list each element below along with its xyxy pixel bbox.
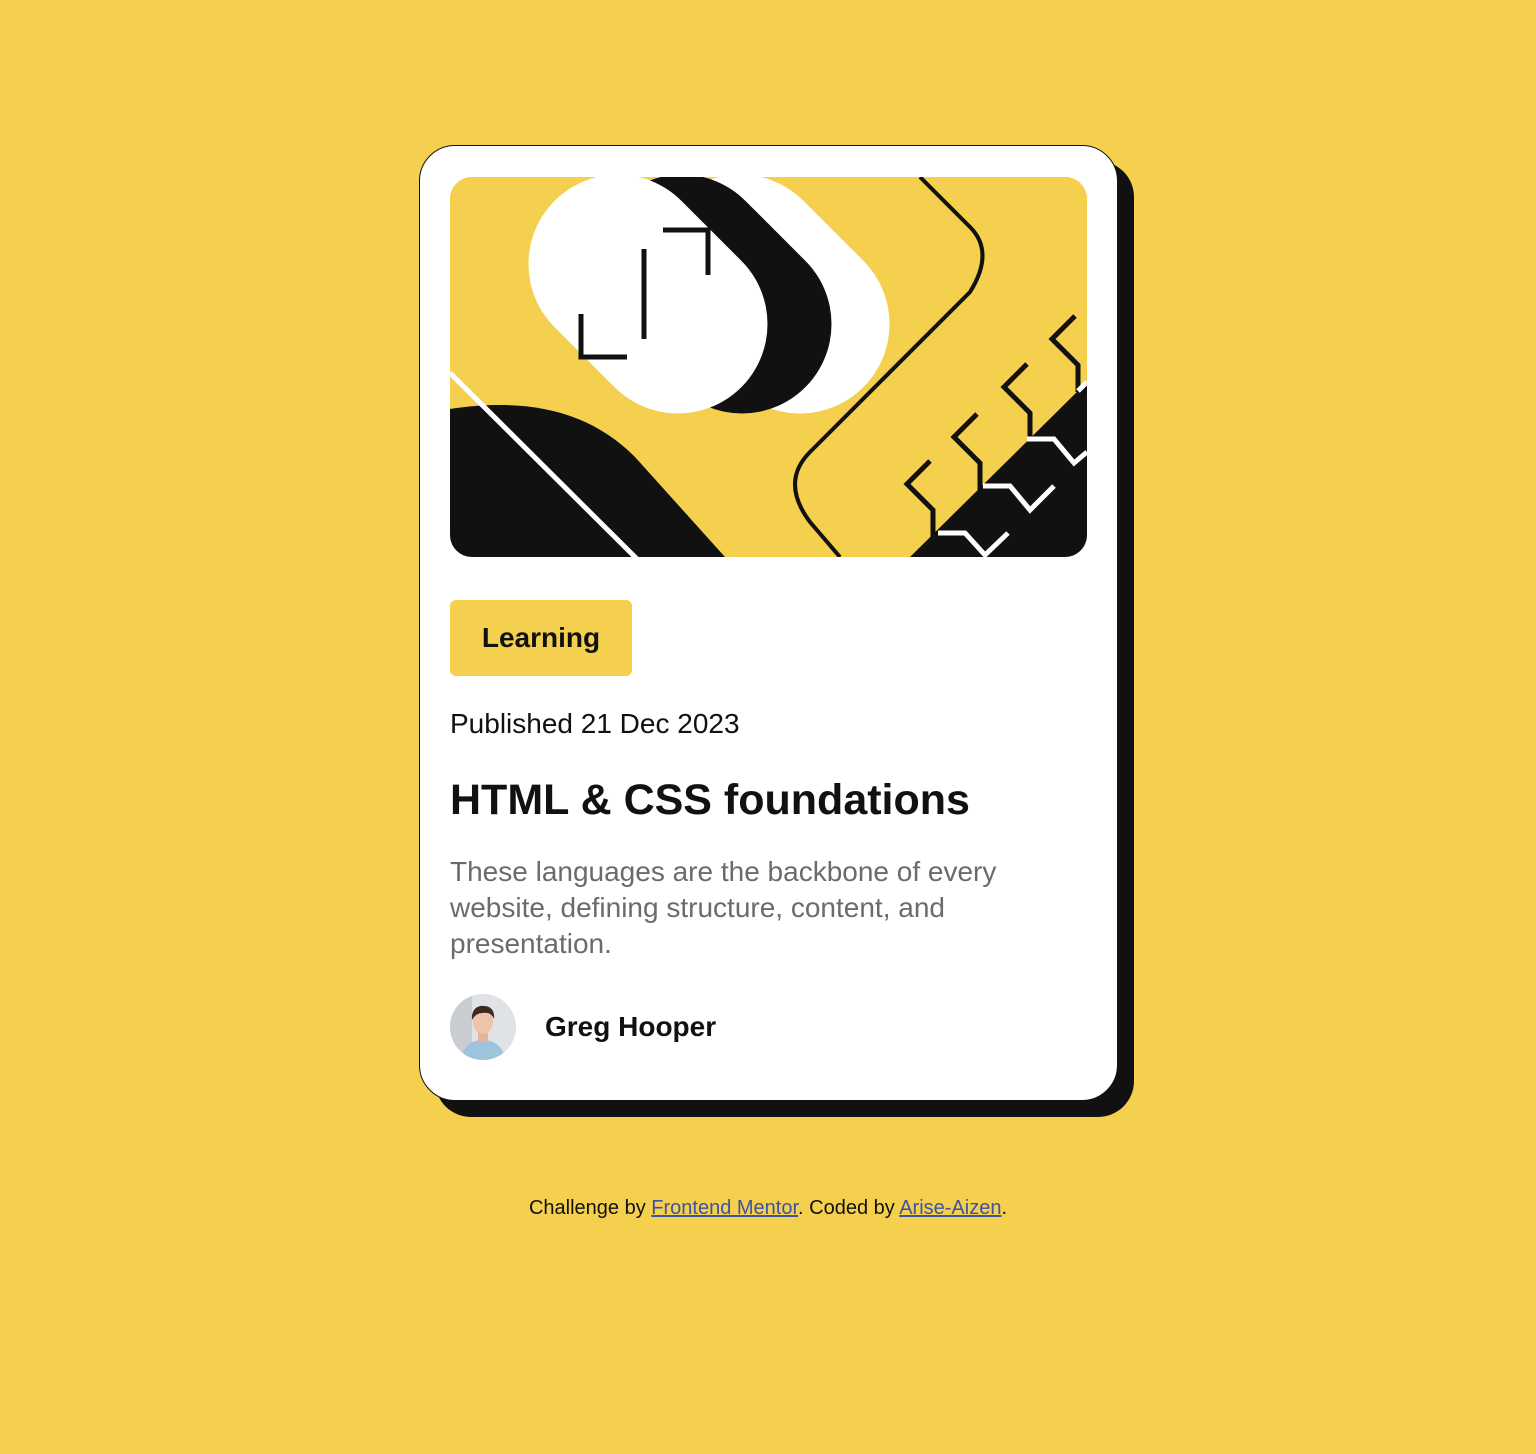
frontend-mentor-link[interactable]: Frontend Mentor xyxy=(651,1197,798,1219)
code-illustration-icon xyxy=(450,177,1087,557)
hero-illustration xyxy=(450,177,1087,557)
author-avatar-icon xyxy=(450,994,516,1060)
category-tag: Learning xyxy=(450,600,632,676)
attribution-suffix: . xyxy=(1001,1197,1008,1219)
author-name: Greg Hooper xyxy=(545,1011,717,1042)
published-date: Published 21 Dec 2023 xyxy=(450,708,740,739)
card-description: These languages are the backbone of ever… xyxy=(450,856,997,959)
card-title[interactable]: HTML & CSS foundations xyxy=(450,770,970,830)
attribution-middle: . Coded by xyxy=(798,1197,900,1219)
blog-preview-card: Learning Published 21 Dec 2023 HTML & CS… xyxy=(419,145,1118,1101)
author-row: Greg Hooper xyxy=(450,994,716,1060)
attribution: Challenge by Frontend Mentor. Coded by A… xyxy=(0,1193,1536,1223)
author-profile-link[interactable]: Arise-Aizen xyxy=(899,1197,1001,1219)
attribution-prefix: Challenge by xyxy=(528,1197,652,1219)
